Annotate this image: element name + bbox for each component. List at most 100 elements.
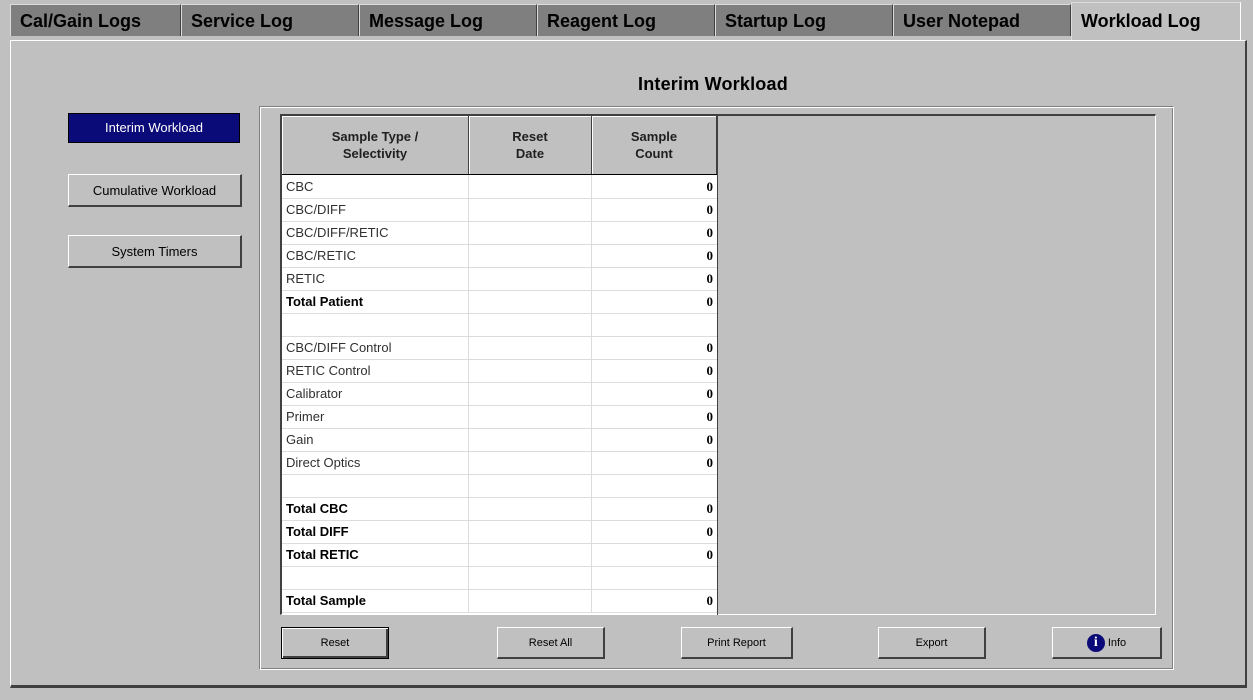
row-sample-count: 0 — [706, 409, 714, 424]
row-sample-count: 0 — [706, 386, 714, 401]
row-reset-date — [469, 382, 592, 405]
row-reset-date — [469, 589, 592, 612]
table-row[interactable]: Total RETIC 0 — [282, 543, 717, 567]
row-sample-type: RETIC — [282, 267, 469, 290]
row-sample-type: Total CBC — [282, 497, 469, 520]
table-header: Sample Type / Selectivity Reset Date Sam… — [282, 116, 717, 175]
info-icon: i — [1086, 634, 1105, 653]
row-reset-date — [469, 336, 592, 359]
table-row[interactable]: Total CBC 0 — [282, 497, 717, 521]
row-reset-date — [469, 428, 592, 451]
row-sample-count — [592, 313, 717, 336]
row-sample-type — [282, 313, 469, 336]
row-sample-type: Calibrator — [282, 382, 469, 405]
row-sample-count: 0 — [706, 179, 714, 194]
table-row[interactable]: CBC/DIFF Control 0 — [282, 336, 717, 360]
workload-table: Sample Type / Selectivity Reset Date Sam… — [282, 116, 718, 615]
row-sample-type: Total RETIC — [282, 543, 469, 566]
row-sample-count: 0 — [706, 202, 714, 217]
reset-all-button[interactable]: Reset All — [497, 627, 605, 659]
row-sample-count: 0 — [706, 363, 714, 378]
table-row[interactable]: RETIC 0 — [282, 267, 717, 291]
row-sample-type: Direct Optics — [282, 451, 469, 474]
row-sample-count: 0 — [706, 593, 714, 608]
page-title: Interim Workload — [638, 74, 788, 94]
row-reset-date — [469, 244, 592, 267]
table-row[interactable]: Total DIFF 0 — [282, 520, 717, 544]
row-reset-date — [469, 359, 592, 382]
row-sample-type: CBC/DIFF Control — [282, 336, 469, 359]
interim-workload-button[interactable]: Interim Workload — [68, 113, 240, 143]
tab-cal-gain-logs[interactable]: Cal/Gain Logs — [10, 4, 181, 36]
row-reset-date — [469, 405, 592, 428]
table-row[interactable]: Total Patient 0 — [282, 290, 717, 314]
row-sample-count: 0 — [706, 271, 714, 286]
tab-startup-log[interactable]: Startup Log — [715, 4, 893, 36]
row-reset-date — [469, 313, 592, 336]
row-sample-count: 0 — [706, 547, 714, 562]
row-sample-type: Total Patient — [282, 290, 469, 313]
row-sample-type: RETIC Control — [282, 359, 469, 382]
tab-message-log[interactable]: Message Log — [359, 4, 537, 36]
table-row[interactable]: Gain 0 — [282, 428, 717, 452]
row-sample-count: 0 — [706, 225, 714, 240]
row-sample-type: Gain — [282, 428, 469, 451]
header-reset-date[interactable]: Reset Date — [469, 116, 592, 174]
table-row[interactable]: Total Sample 0 — [282, 589, 717, 613]
row-sample-type — [282, 474, 469, 497]
cumulative-workload-button[interactable]: Cumulative Workload — [68, 174, 242, 207]
tab-user-notepad[interactable]: User Notepad — [893, 4, 1071, 36]
header-sample-count[interactable]: Sample Count — [592, 116, 717, 174]
tab-strip: Cal/Gain Logs Service Log Message Log Re… — [10, 0, 1247, 40]
row-reset-date — [469, 451, 592, 474]
row-sample-count: 0 — [706, 432, 714, 447]
row-sample-count: 0 — [706, 501, 714, 516]
export-button[interactable]: Export — [878, 627, 986, 659]
print-report-button[interactable]: Print Report — [681, 627, 793, 659]
table-row[interactable]: CBC/RETIC 0 — [282, 244, 717, 268]
tab-reagent-log[interactable]: Reagent Log — [537, 4, 715, 36]
row-reset-date — [469, 543, 592, 566]
system-timers-button[interactable]: System Timers — [68, 235, 242, 268]
row-sample-type: CBC — [282, 175, 469, 198]
row-sample-type: Total DIFF — [282, 520, 469, 543]
row-sample-type: CBC/DIFF — [282, 198, 469, 221]
row-sample-count: 0 — [706, 524, 714, 539]
table-row[interactable] — [282, 566, 717, 590]
row-reset-date — [469, 497, 592, 520]
tab-workload-log[interactable]: Workload Log — [1071, 2, 1241, 40]
info-button-label: Info — [1107, 637, 1127, 649]
row-sample-count: 0 — [706, 455, 714, 470]
row-reset-date — [469, 175, 592, 198]
row-sample-type: Total Sample — [282, 589, 469, 612]
row-sample-count: 0 — [706, 248, 714, 263]
row-reset-date — [469, 474, 592, 497]
table-row[interactable]: Primer 0 — [282, 405, 717, 429]
row-reset-date — [469, 267, 592, 290]
row-sample-count — [592, 474, 717, 497]
row-reset-date — [469, 198, 592, 221]
row-sample-type: Primer — [282, 405, 469, 428]
row-reset-date — [469, 566, 592, 589]
reset-button[interactable]: Reset — [281, 627, 389, 659]
row-sample-count — [592, 566, 717, 589]
row-sample-type: CBC/DIFF/RETIC — [282, 221, 469, 244]
row-reset-date — [469, 290, 592, 313]
row-reset-date — [469, 520, 592, 543]
table-row[interactable]: CBC/DIFF 0 — [282, 198, 717, 222]
row-sample-type — [282, 566, 469, 589]
table-row[interactable]: Calibrator 0 — [282, 382, 717, 406]
tab-service-log[interactable]: Service Log — [181, 4, 359, 36]
table-row[interactable]: Direct Optics 0 — [282, 451, 717, 475]
table-row[interactable]: RETIC Control 0 — [282, 359, 717, 383]
workload-grid-frame: Sample Type / Selectivity Reset Date Sam… — [280, 114, 1156, 615]
table-row[interactable] — [282, 474, 717, 498]
table-row[interactable]: CBC 0 — [282, 175, 717, 199]
info-button[interactable]: i Info — [1052, 627, 1162, 659]
row-reset-date — [469, 221, 592, 244]
row-sample-count: 0 — [706, 340, 714, 355]
table-row[interactable] — [282, 313, 717, 337]
row-sample-count: 0 — [706, 294, 714, 309]
header-sample-type[interactable]: Sample Type / Selectivity — [282, 116, 469, 174]
table-row[interactable]: CBC/DIFF/RETIC 0 — [282, 221, 717, 245]
